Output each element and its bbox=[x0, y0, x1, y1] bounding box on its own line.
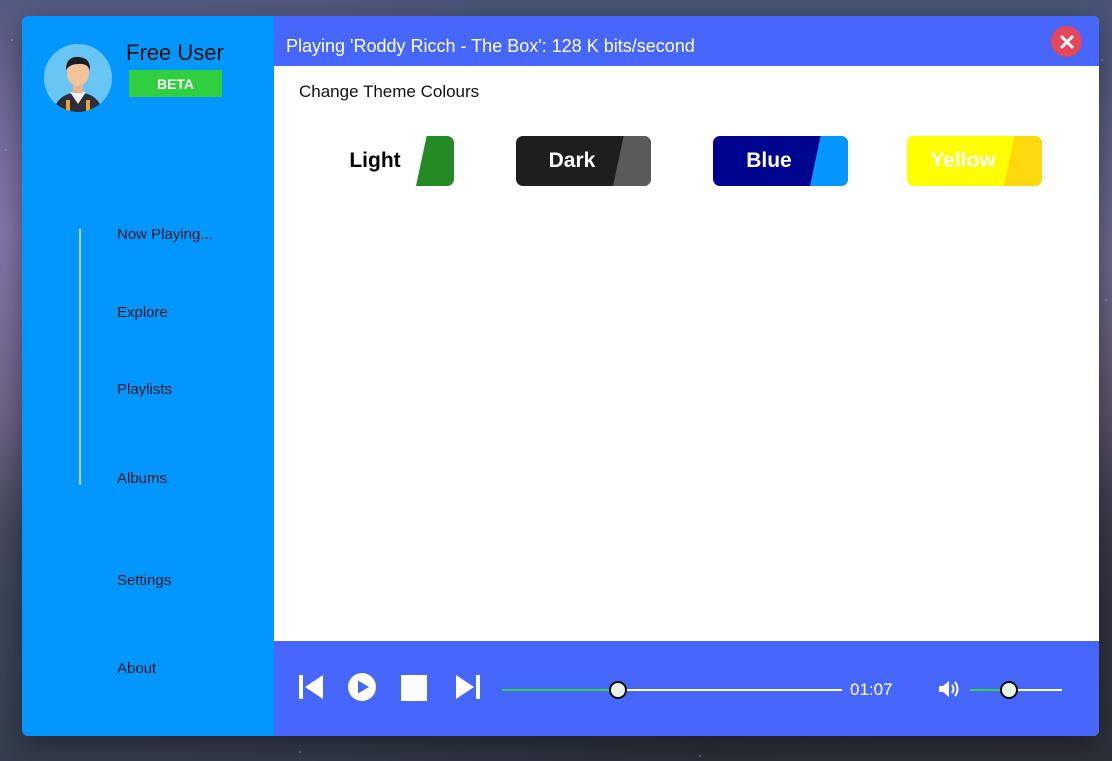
volume-icon bbox=[939, 681, 959, 697]
theme-yellow-label: Yellow bbox=[930, 149, 996, 172]
volume-handle[interactable] bbox=[999, 681, 1018, 699]
main-panel: Playing 'Roddy Ricch - The Box': 128 K b… bbox=[274, 16, 1099, 736]
nav-item-about[interactable]: About bbox=[117, 660, 156, 677]
stop-button[interactable] bbox=[401, 675, 427, 705]
theme-yellow-button[interactable]: Yellow bbox=[907, 136, 1042, 186]
theme-blue-button[interactable]: Blue bbox=[713, 136, 848, 186]
nav-item-playlists[interactable]: Playlists bbox=[117, 381, 172, 398]
app-window: Free User BETA Now Playing... Explore Pl… bbox=[22, 16, 1099, 736]
theme-dark-label: Dark bbox=[548, 149, 596, 172]
theme-light-label: Light bbox=[349, 149, 401, 172]
theme-heading: Change Theme Colours bbox=[299, 82, 480, 101]
elapsed-time: 01:07 bbox=[850, 680, 893, 699]
nav-item-now-playing[interactable]: Now Playing... bbox=[117, 226, 213, 243]
previous-button[interactable] bbox=[297, 673, 325, 705]
beta-badge: BETA bbox=[129, 70, 222, 97]
seek-handle[interactable] bbox=[608, 681, 627, 699]
nav-item-settings[interactable]: Settings bbox=[117, 572, 171, 589]
now-playing-status: Playing 'Roddy Ricch - The Box': 128 K b… bbox=[286, 36, 695, 56]
title-bar: Playing 'Roddy Ricch - The Box': 128 K b… bbox=[274, 16, 1099, 66]
close-button[interactable] bbox=[1051, 26, 1082, 57]
previous-icon bbox=[299, 675, 323, 699]
play-button[interactable] bbox=[348, 673, 376, 705]
theme-dark-button[interactable]: Dark bbox=[516, 136, 651, 186]
player-bar: 01:07 bbox=[274, 641, 1099, 736]
avatar bbox=[44, 44, 112, 112]
nav-item-albums[interactable]: Albums bbox=[117, 470, 167, 487]
play-icon bbox=[348, 673, 376, 701]
next-icon bbox=[456, 675, 480, 699]
username: Free User bbox=[126, 40, 224, 65]
nav-divider bbox=[79, 229, 81, 485]
volume-button[interactable] bbox=[938, 679, 962, 703]
sidebar: Free User BETA Now Playing... Explore Pl… bbox=[22, 16, 274, 736]
theme-blue-label: Blue bbox=[746, 149, 792, 172]
nav-item-explore[interactable]: Explore bbox=[117, 304, 168, 321]
close-icon bbox=[1060, 35, 1073, 48]
seek-progress bbox=[502, 689, 618, 691]
theme-light-button[interactable]: Light bbox=[319, 136, 454, 186]
stop-icon bbox=[401, 675, 427, 701]
next-button[interactable] bbox=[454, 673, 482, 705]
